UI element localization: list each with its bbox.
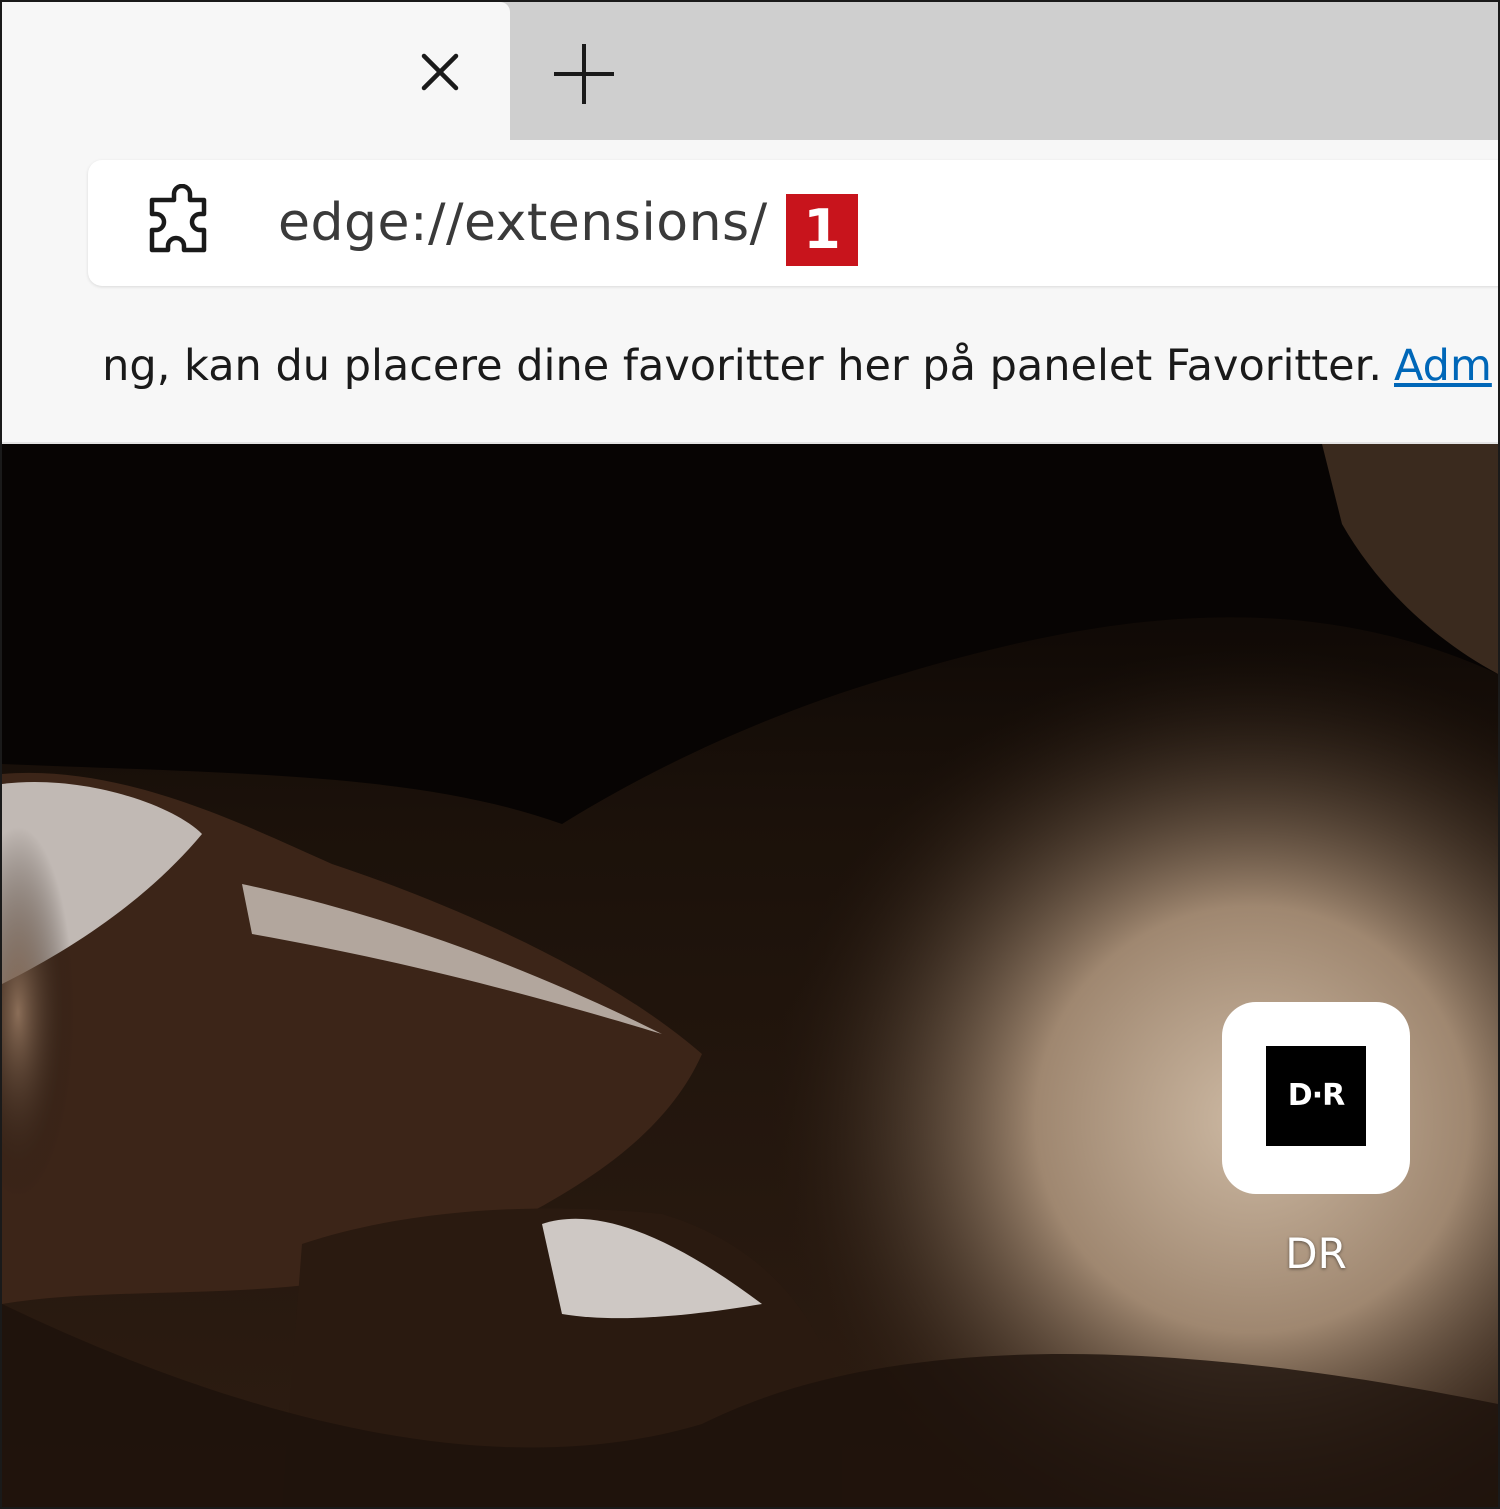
favorites-bar-message: ng, kan du placere dine favoritter her p…: [2, 336, 1382, 396]
tab-strip: [2, 2, 1498, 142]
toolbar: edge://extensions/ 1: [2, 140, 1498, 306]
favorites-bar-message-text: ng, kan du placere dine favoritter her p…: [102, 341, 1382, 391]
new-tab-page: D·R DR: [2, 444, 1498, 1507]
manage-favorites-link[interactable]: Adm: [1394, 336, 1492, 396]
close-icon[interactable]: [414, 46, 466, 98]
dr-logo: D·R: [1266, 1046, 1366, 1146]
new-tab-button[interactable]: [548, 38, 620, 110]
puzzle-icon: [149, 184, 207, 253]
url-text[interactable]: edge://extensions/: [278, 188, 768, 258]
top-site-tile[interactable]: D·R: [1222, 1002, 1410, 1194]
favorites-bar: ng, kan du placere dine favoritter her p…: [2, 306, 1498, 444]
address-bar[interactable]: edge://extensions/ 1: [88, 160, 1498, 286]
active-tab[interactable]: [2, 2, 510, 142]
plus-icon: [554, 44, 614, 104]
browser-window: edge://extensions/ 1 ng, kan du placere …: [0, 0, 1500, 1509]
background-image: [2, 444, 1498, 1507]
top-site-label[interactable]: DR: [1222, 1224, 1410, 1284]
step-badge: 1: [786, 194, 858, 266]
